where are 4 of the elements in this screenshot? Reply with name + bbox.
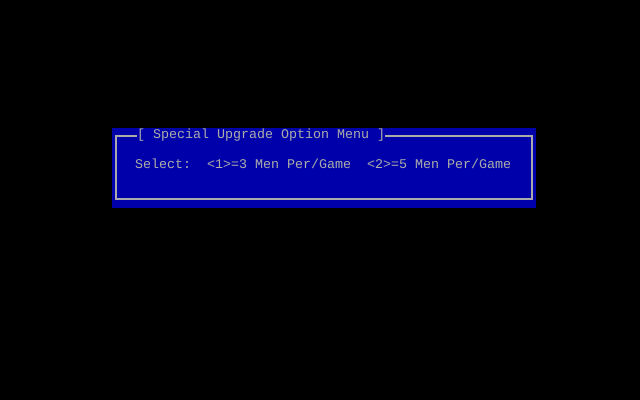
menu-option[interactable]: <2>=5 Men Per/Game bbox=[366, 158, 511, 174]
menu-title: [ Special Upgrade Option Menu ] bbox=[137, 128, 385, 144]
select-prompt: Select: bbox=[135, 158, 191, 174]
menu-option[interactable]: <1>=3 Men Per/Game bbox=[207, 158, 351, 174]
